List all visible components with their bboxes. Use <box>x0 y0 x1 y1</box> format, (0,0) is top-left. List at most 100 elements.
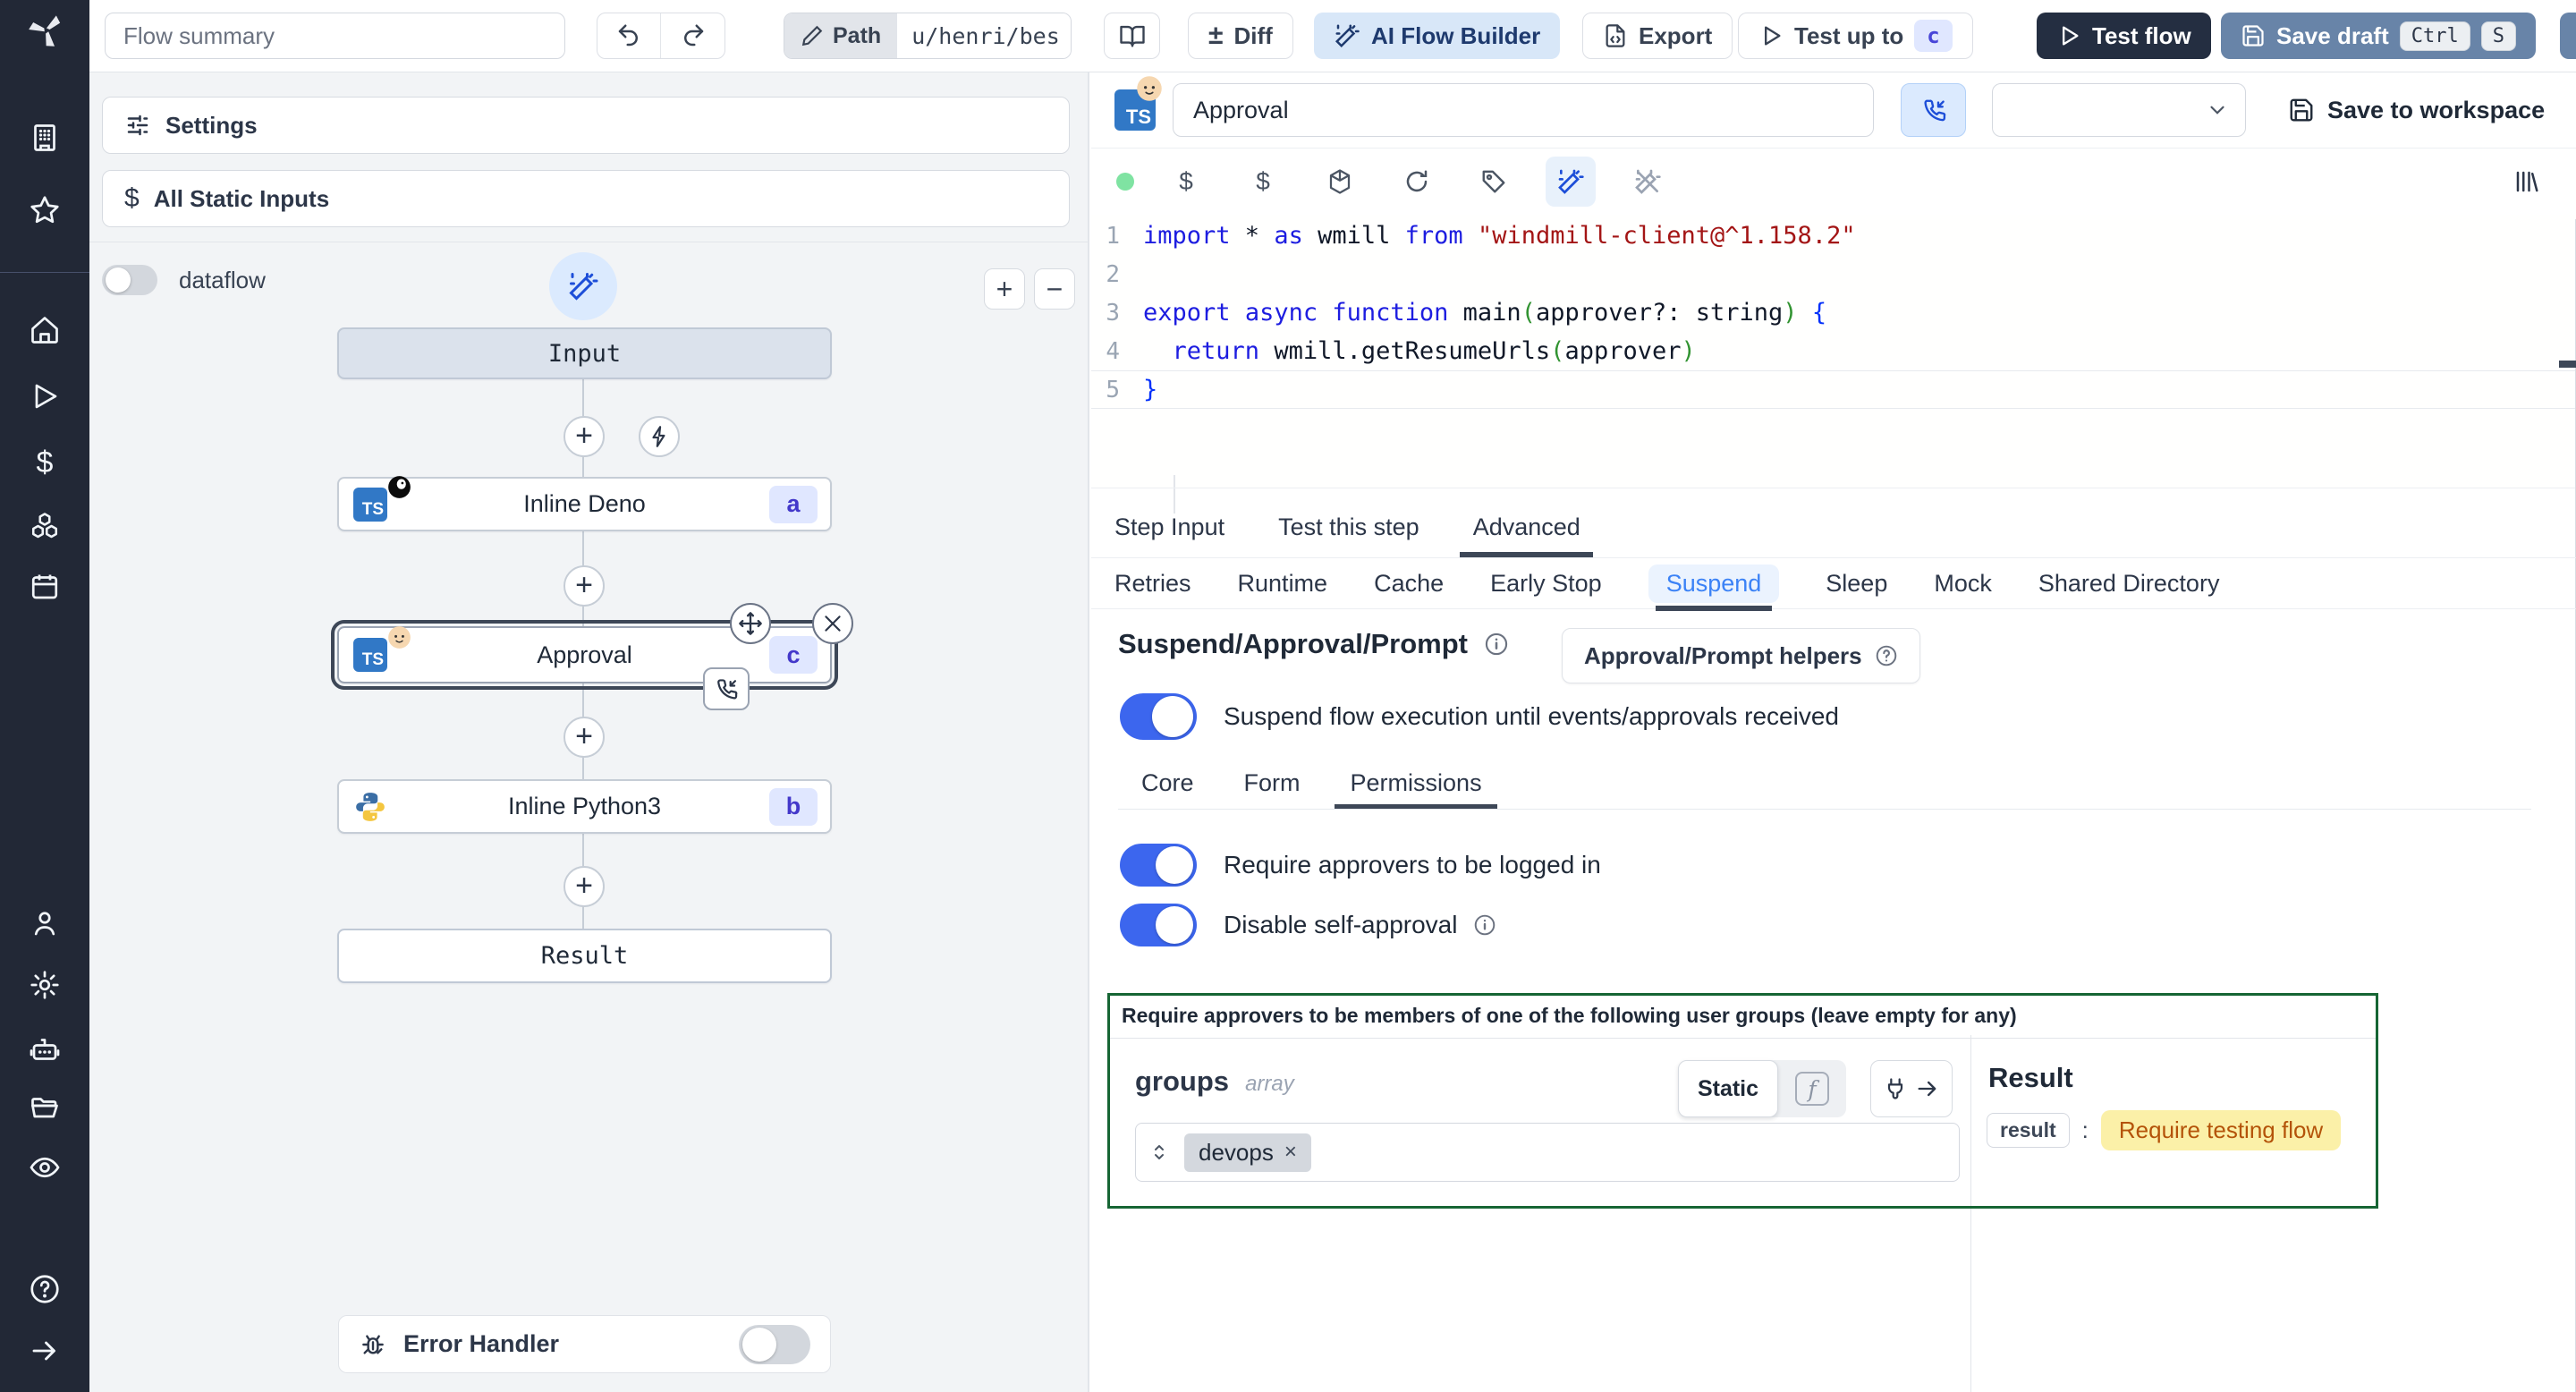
node-result[interactable]: Result <box>337 929 832 983</box>
tab-mock[interactable]: Mock <box>1934 558 1992 608</box>
dataflow-toggle[interactable] <box>102 265 157 295</box>
node-input[interactable]: Input <box>337 327 832 379</box>
add-step-button[interactable]: + <box>564 416 605 457</box>
building-icon[interactable] <box>29 122 61 154</box>
code-line[interactable]: 2 <box>1091 255 2576 293</box>
tab-advanced[interactable]: Advanced <box>1460 497 1594 557</box>
undo-button[interactable] <box>597 13 661 58</box>
group-tag[interactable]: devops × <box>1184 1133 1311 1172</box>
collapse-arrow-icon[interactable] <box>29 1335 61 1367</box>
variables-dollar-icon[interactable]: $ <box>29 446 61 480</box>
save-to-workspace-button[interactable]: Save to workspace <box>2288 83 2545 137</box>
function-icon: f <box>1795 1072 1829 1106</box>
tab-shared-directory[interactable]: Shared Directory <box>2038 558 2220 608</box>
ai-diff-button[interactable] <box>1623 157 1673 207</box>
code-editor[interactable]: 1 import * as wmill from "windmill-client… <box>1091 215 2576 514</box>
reset-button[interactable] <box>1392 157 1442 207</box>
add-step-button[interactable]: + <box>564 866 605 907</box>
tab-form[interactable]: Form <box>1244 756 1301 810</box>
add-step-button[interactable]: + <box>564 717 605 758</box>
settings-gear-icon[interactable] <box>29 969 61 1001</box>
static-mode-toggle[interactable]: Static f <box>1678 1060 1846 1117</box>
runs-play-icon[interactable] <box>29 380 61 412</box>
library-panel-button[interactable] <box>2513 149 2540 215</box>
windmill-logo-icon[interactable] <box>29 13 61 47</box>
ai-wand-bubble-button[interactable] <box>549 252 617 320</box>
star-icon[interactable] <box>29 194 61 226</box>
audit-eye-icon[interactable] <box>29 1151 61 1184</box>
tab-suspend[interactable]: Suspend <box>1648 564 1780 611</box>
delete-node-button[interactable] <box>812 603 853 644</box>
tab-core[interactable]: Core <box>1141 756 1194 810</box>
diff-button[interactable]: ± Diff <box>1188 13 1293 59</box>
info-icon[interactable] <box>1473 913 1496 937</box>
error-handler-toggle[interactable] <box>739 1324 810 1364</box>
require-logged-in-toggle[interactable] <box>1120 844 1197 887</box>
tag-button[interactable] <box>1469 157 1519 207</box>
test-up-to-button[interactable]: Test up to c <box>1738 13 1973 59</box>
code-line[interactable]: 4 return wmill.getResumeUrls(approver) <box>1091 332 2576 370</box>
remove-tag-icon[interactable]: × <box>1284 1140 1297 1165</box>
tab-runtime[interactable]: Runtime <box>1238 558 1328 608</box>
help-icon[interactable] <box>29 1273 61 1305</box>
tab-step-input[interactable]: Step Input <box>1114 497 1224 557</box>
javascript-expr-option[interactable]: f <box>1778 1072 1846 1106</box>
path-widget[interactable]: Path u/henri/bes <box>784 13 1072 59</box>
suspend-flow-toggle[interactable] <box>1120 693 1197 740</box>
resource-picker-button[interactable]: $ <box>1238 157 1288 207</box>
users-icon[interactable] <box>29 907 61 939</box>
code-line[interactable]: 5} <box>1091 370 2576 409</box>
deploy-button-partial[interactable] <box>2560 13 2576 59</box>
all-static-inputs-button[interactable]: $ All Static Inputs <box>102 170 1070 227</box>
test-flow-button[interactable]: Test flow <box>2037 13 2211 59</box>
node-inline-deno[interactable]: TS Inline Deno a <box>337 475 832 531</box>
tab-early-stop[interactable]: Early Stop <box>1490 558 1602 608</box>
split-divider[interactable] <box>1970 1035 1971 1392</box>
step-name-input[interactable] <box>1173 83 1874 137</box>
code-line[interactable]: 1 import * as wmill from "windmill-client… <box>1091 216 2576 255</box>
static-option[interactable]: Static <box>1678 1060 1778 1117</box>
code-line[interactable]: 3 export async function main(approver?: s… <box>1091 293 2576 332</box>
tab-permissions[interactable]: Permissions <box>1334 756 1498 810</box>
dependencies-button[interactable] <box>1315 157 1365 207</box>
disable-self-approval-toggle[interactable] <box>1120 904 1197 946</box>
folders-icon[interactable] <box>29 1092 61 1125</box>
flow-settings-button[interactable]: Settings <box>102 97 1070 154</box>
zoom-out-button[interactable]: − <box>1034 268 1075 310</box>
redo-button[interactable] <box>661 13 724 58</box>
error-handler-card[interactable]: Error Handler <box>338 1315 831 1373</box>
flow-summary-input[interactable] <box>105 13 565 59</box>
path-value[interactable]: u/henri/bes <box>897 13 1072 58</box>
approval-phone-button[interactable] <box>1901 83 1966 137</box>
save-draft-button[interactable]: Save draft Ctrl S <box>2221 13 2536 59</box>
workspace-script-select[interactable] <box>1992 83 2246 137</box>
resources-cubes-icon[interactable] <box>29 510 61 542</box>
tab-cache[interactable]: Cache <box>1374 558 1444 608</box>
tab-test-this-step[interactable]: Test this step <box>1278 497 1419 557</box>
schedules-calendar-icon[interactable] <box>29 571 61 603</box>
file-export-icon <box>1606 24 1625 47</box>
workers-robot-icon[interactable] <box>29 1033 61 1065</box>
move-node-button[interactable] <box>730 603 771 644</box>
approval-prompt-helpers-button[interactable]: Approval/Prompt helpers <box>1562 628 1920 683</box>
groups-tags-input[interactable]: devops × <box>1135 1123 1960 1182</box>
add-trigger-button[interactable] <box>639 416 680 457</box>
ai-flow-builder-button[interactable]: AI Flow Builder <box>1314 13 1561 59</box>
node-inline-python3[interactable]: Inline Python3 b <box>337 779 832 834</box>
connect-input-button[interactable] <box>1870 1060 1953 1117</box>
tab-retries[interactable]: Retries <box>1114 558 1191 608</box>
approval-phone-indicator[interactable] <box>703 667 750 710</box>
docs-book-button[interactable] <box>1104 13 1160 59</box>
info-icon[interactable] <box>1484 632 1509 657</box>
tab-sleep[interactable]: Sleep <box>1826 558 1887 608</box>
suspend-title: Suspend/Approval/Prompt <box>1118 628 1468 659</box>
wand-icon <box>1558 169 1584 194</box>
home-icon[interactable] <box>29 314 61 346</box>
variable-picker-button[interactable]: $ <box>1161 157 1211 207</box>
export-button[interactable]: Export <box>1582 13 1733 59</box>
ai-assistant-button[interactable] <box>1546 157 1596 207</box>
sliders-icon <box>127 115 148 136</box>
zoom-in-button[interactable]: + <box>984 268 1025 310</box>
save-draft-label: Save draft <box>2276 21 2389 49</box>
add-step-button[interactable]: + <box>564 565 605 607</box>
